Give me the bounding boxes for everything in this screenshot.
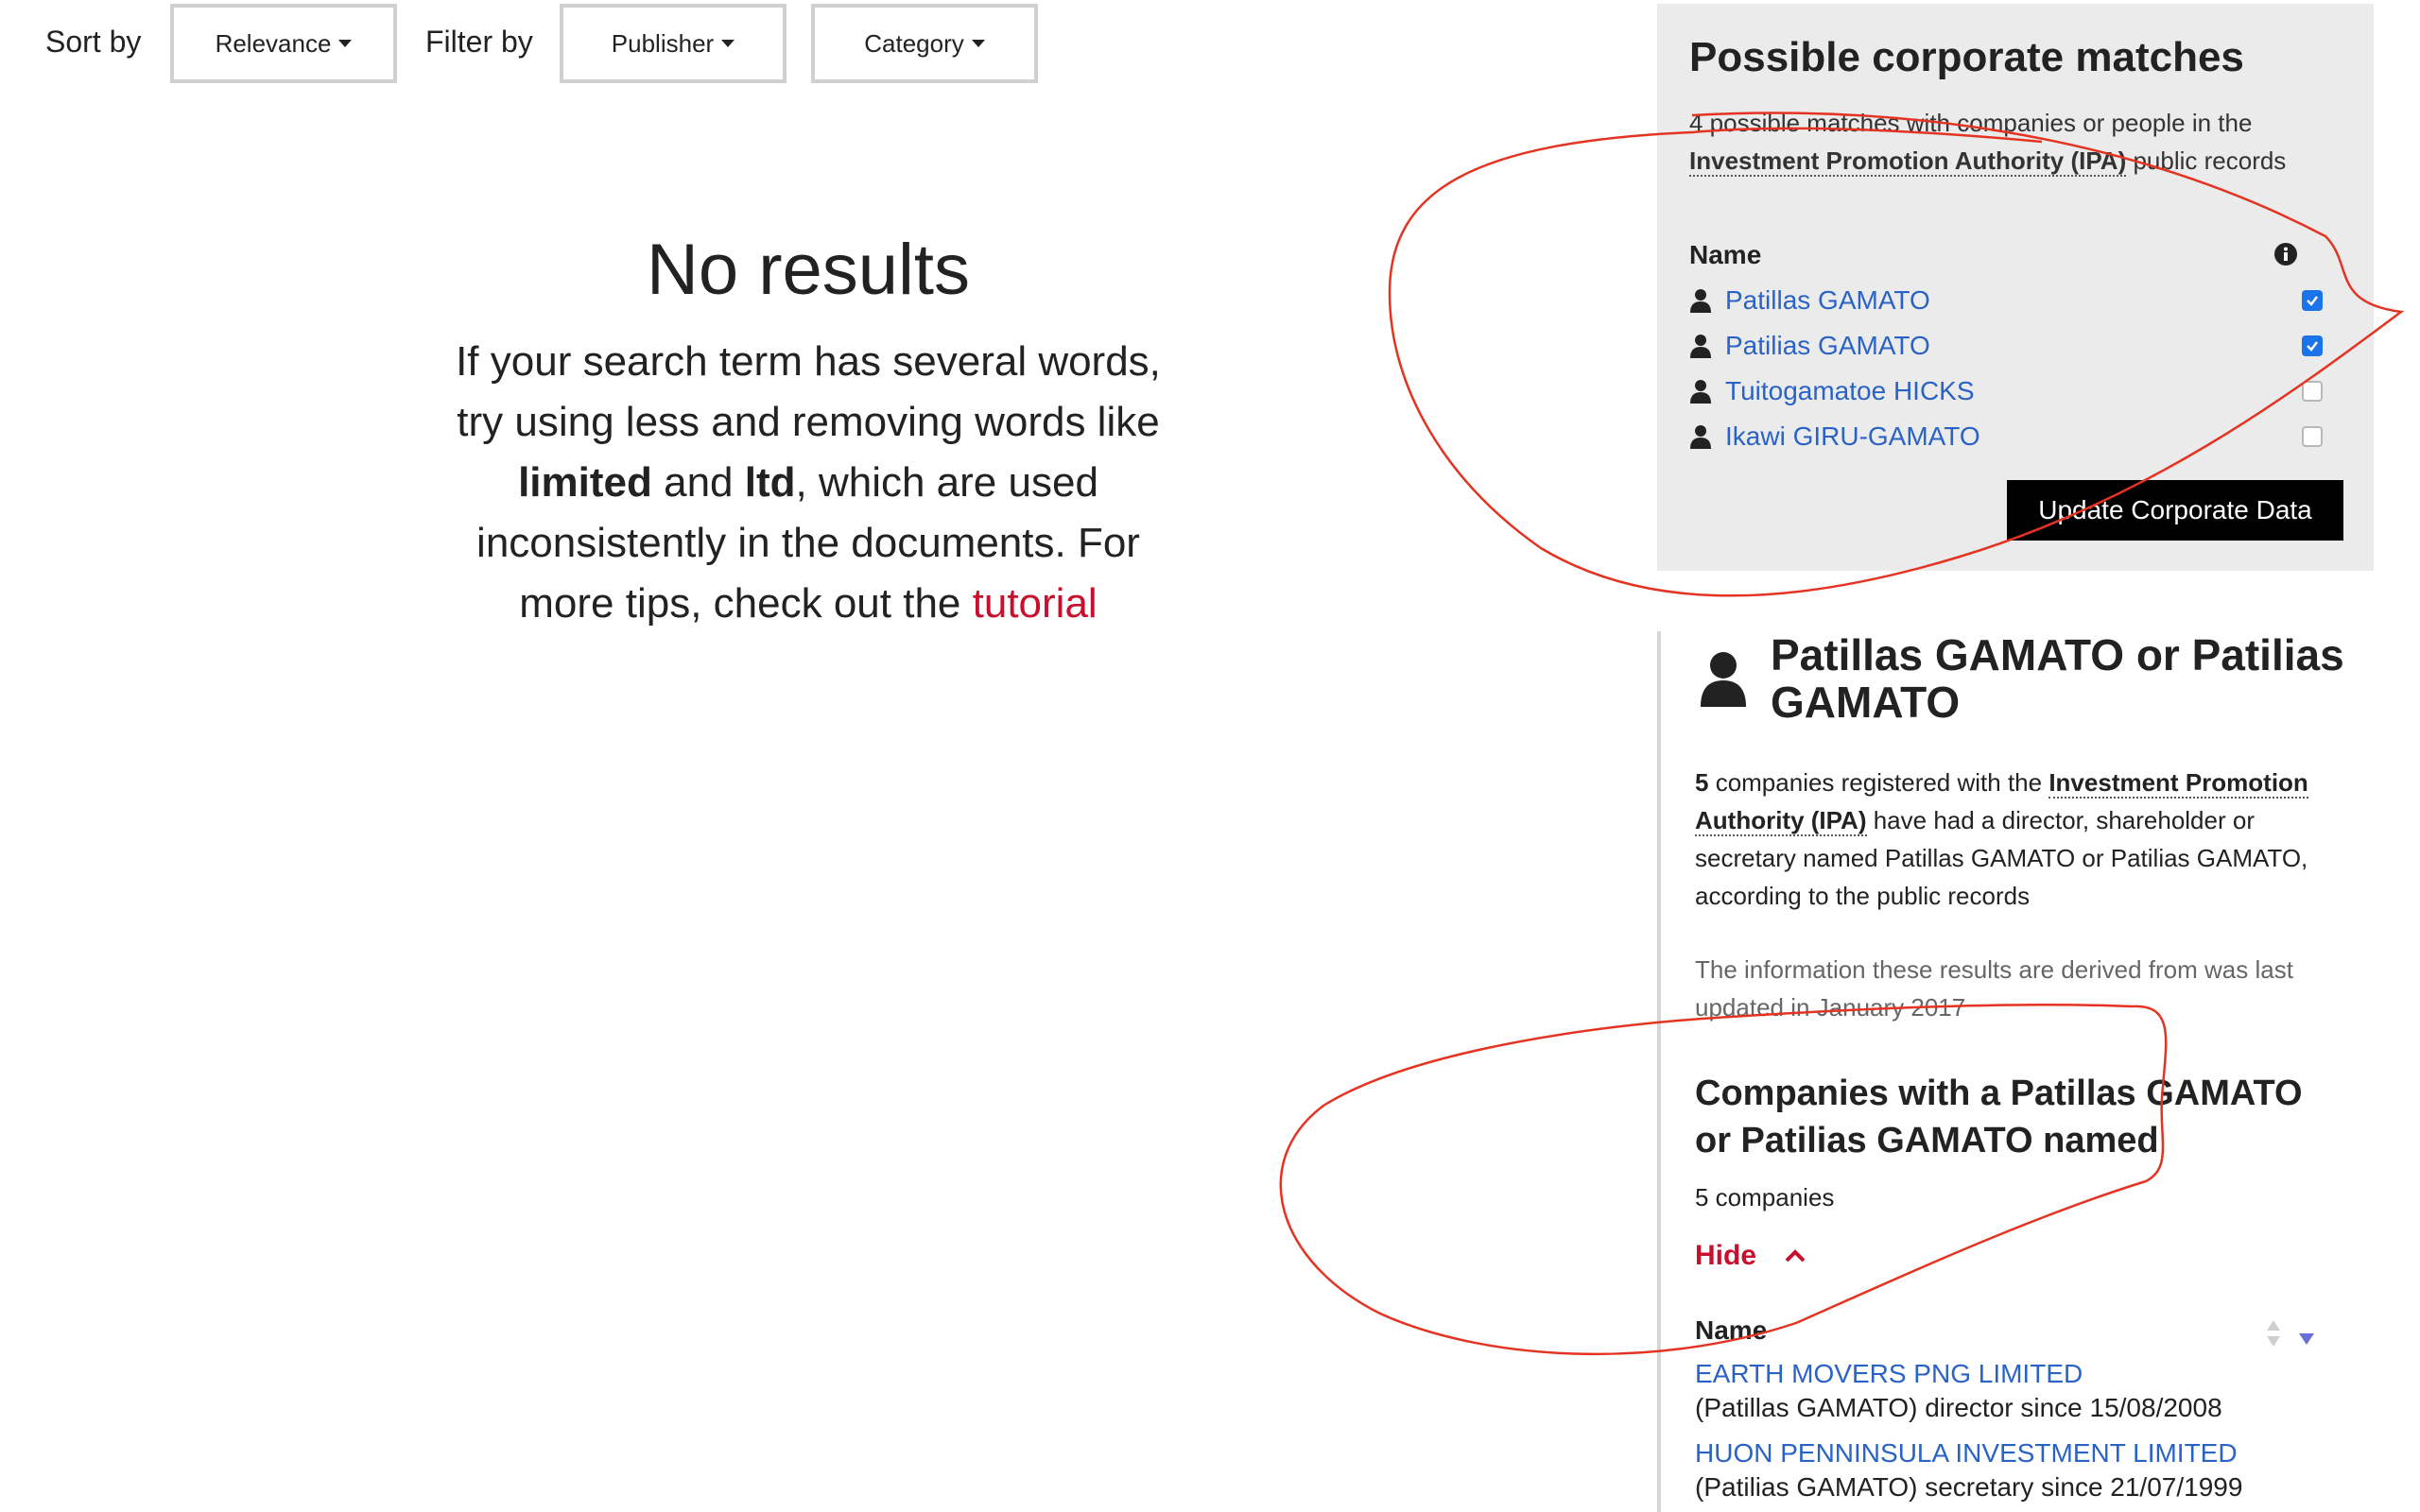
hide-label: Hide	[1695, 1240, 1757, 1271]
match-row: Patilias GAMATO	[1689, 327, 2323, 365]
no-results-text: and	[651, 459, 745, 507]
no-results-message: If your search term has several words, t…	[435, 332, 1182, 634]
info-icon[interactable]	[2273, 242, 2298, 266]
match-row: Tuitogamatoe HICKS	[1689, 372, 2323, 410]
sort-icon[interactable]	[2266, 1319, 2281, 1348]
match-row: Ikawi GIRU-GAMATO	[1689, 418, 2323, 455]
person-icon	[1690, 380, 1711, 404]
keyword-limited: limited	[518, 459, 652, 507]
person-summary: 5 companies registered with the Investme…	[1695, 764, 2347, 915]
sort-desc-icon[interactable]	[2298, 1332, 2315, 1346]
company-link[interactable]: HUON PENNINSULA INVESTMENT LIMITED	[1695, 1438, 2238, 1469]
last-updated-note: The information these results are derive…	[1695, 955, 2293, 1022]
no-results-section: No results If your search term has sever…	[435, 227, 1182, 634]
filter-label: Filter by	[425, 25, 533, 59]
tutorial-link[interactable]: tutorial	[973, 580, 1098, 627]
sort-dropdown-value: Relevance	[215, 28, 332, 58]
caret-down-icon	[721, 40, 735, 47]
match-name-link[interactable]: Tuitogamatoe HICKS	[1725, 376, 1975, 406]
check-icon	[2307, 341, 2318, 352]
corporate-matches-panel: Possible corporate matches 4 possible ma…	[1657, 4, 2374, 571]
match-checkbox[interactable]	[2302, 290, 2323, 311]
person-title: Patillas GAMATO or Patilias GAMATO	[1771, 630, 2344, 727]
companies-table-header: Name	[1695, 1315, 1768, 1345]
company-role: (Patillas GAMATO) director since 15/08/2…	[1695, 1393, 2222, 1422]
category-dropdown-value: Category	[864, 28, 964, 58]
sort-label: Sort by	[45, 25, 142, 59]
match-name-link[interactable]: Patillas GAMATO	[1725, 285, 1930, 316]
no-results-title: No results	[646, 230, 971, 310]
person-icon	[1690, 289, 1711, 313]
match-name-link[interactable]: Ikawi GIRU-GAMATO	[1725, 421, 1980, 452]
publisher-dropdown[interactable]: Publisher	[560, 4, 786, 83]
match-checkbox[interactable]	[2302, 381, 2323, 402]
check-icon	[2307, 296, 2318, 306]
match-name-link[interactable]: Patilias GAMATO	[1725, 331, 1930, 361]
companies-heading: Companies with a Patillas GAMATO or Pati…	[1695, 1074, 2303, 1160]
person-icon	[1701, 652, 1746, 707]
publisher-dropdown-value: Publisher	[611, 28, 715, 58]
person-summary-text: companies registered with the	[1708, 768, 2049, 797]
match-row: Patillas GAMATO	[1689, 282, 2323, 319]
caret-down-icon	[971, 40, 985, 47]
caret-down-icon	[338, 40, 353, 47]
person-detail-panel: Patillas GAMATO or Patilias GAMATO 5 com…	[1657, 631, 2398, 1512]
match-checkbox[interactable]	[2302, 426, 2323, 447]
keyword-ltd: ltd	[744, 459, 796, 507]
matches-subtitle-text: 4 possible matches with companies or peo…	[1689, 109, 2253, 137]
person-icon	[1690, 335, 1711, 358]
matches-subtitle-text: public records	[2126, 146, 2287, 175]
chevron-up-icon	[1785, 1249, 1806, 1263]
matches-name-header: Name	[1689, 240, 1762, 269]
toolbar: Sort by Relevance Filter by Publisher Ca…	[0, 0, 1059, 91]
person-icon	[1690, 425, 1711, 449]
company-link[interactable]: EARTH MOVERS PNG LIMITED	[1695, 1359, 2083, 1389]
companies-count: 5 companies	[1695, 1183, 1835, 1211]
matches-subtitle: 4 possible matches with companies or peo…	[1689, 104, 2332, 180]
hide-toggle[interactable]: Hide	[1695, 1240, 1806, 1272]
matches-title: Possible corporate matches	[1689, 34, 2244, 80]
match-checkbox[interactable]	[2302, 335, 2323, 356]
no-results-text: If your search term has several words, t…	[456, 338, 1161, 446]
company-count-bold: 5	[1695, 768, 1709, 797]
sort-dropdown[interactable]: Relevance	[170, 4, 397, 83]
authority-name: Investment Promotion Authority (IPA)	[1689, 146, 2127, 177]
category-dropdown[interactable]: Category	[811, 4, 1038, 83]
update-corporate-data-button[interactable]: Update Corporate Data	[2007, 480, 2343, 541]
company-role: (Patilias GAMATO) secretary since 21/07/…	[1695, 1472, 2243, 1502]
